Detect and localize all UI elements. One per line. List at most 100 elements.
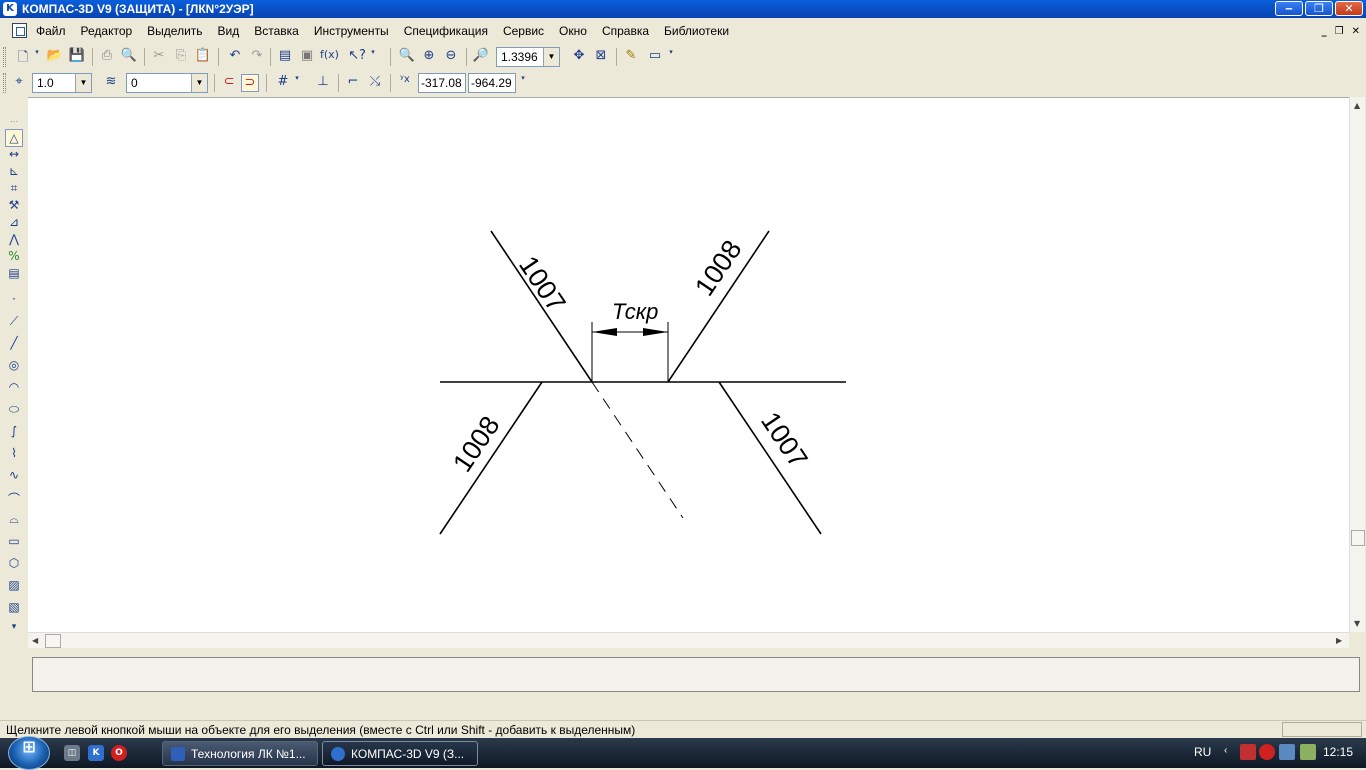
polyline-tool-icon[interactable]: ⌇ [5,446,23,464]
undo-icon[interactable]: ↶ [226,48,244,66]
menu-view[interactable]: Вид [218,24,240,38]
snap-magnet-icon[interactable]: ⊂ [220,74,238,92]
designations-panel-icon[interactable]: ⊾ [5,164,23,182]
variables-fx-icon[interactable]: f(x) [320,48,339,66]
restore-button[interactable]: ❐ [1305,1,1333,16]
new-document-icon[interactable]: 🗋 [14,48,32,66]
fill-tool-icon[interactable]: ▧ [5,600,23,618]
toolbar-grip[interactable]: ⋯ [5,118,23,126]
print-preview-icon[interactable]: 🔍 [120,48,138,66]
chevron-down-icon[interactable]: ▼ [543,48,559,66]
layer-icon[interactable]: ≋ [102,74,120,92]
close-button[interactable]: ✕ [1335,1,1363,16]
circle-tool-icon[interactable]: ◎ [5,358,23,376]
minimize-button[interactable]: ‒ [1275,1,1303,16]
ortho-mode-icon[interactable]: ⌐ [344,74,362,92]
menu-editor[interactable]: Редактор [81,24,133,38]
copy-icon[interactable]: ⎘ [172,48,190,66]
fillet-tool-icon[interactable]: ⌒ [5,490,23,508]
auxiliary-line-tool-icon[interactable]: ⟋ [5,314,23,332]
redo-icon[interactable]: ↷ [248,48,266,66]
cut-icon[interactable]: ✂ [150,48,168,66]
segment-tool-icon[interactable]: ╱ [5,336,23,354]
chevron-down-icon[interactable]: ▼ [75,74,91,92]
menu-service[interactable]: Сервис [503,24,544,38]
taskbar-item-word[interactable]: Технология ЛК №1... [162,741,318,766]
antivirus-tray-icon[interactable] [1240,744,1256,760]
chevron-down-icon[interactable]: ▼ [191,74,207,92]
display-dropdown-icon[interactable]: ▾ [666,48,676,66]
clock[interactable]: 12:15 [1323,745,1353,759]
paste-icon[interactable]: 📋 [194,48,212,66]
zoom-in-icon[interactable]: ⊕ [420,48,438,66]
menu-insert[interactable]: Вставка [254,24,299,38]
grid-icon[interactable]: # [274,74,292,92]
parametrization-panel-icon[interactable]: ⚒ [5,198,23,216]
line-step-combo[interactable]: 1.0 ▼ [32,73,92,93]
layer-combo[interactable]: 0 ▼ [126,73,208,93]
context-help-icon[interactable]: ↖? [348,48,366,66]
scroll-down-icon[interactable]: ▾ [5,622,23,632]
local-cs-icon[interactable]: ⊥ [314,74,332,92]
editing-panel-icon[interactable]: ⌗ [5,181,23,199]
arc-tool-icon[interactable]: ◠ [5,380,23,398]
scroll-left-icon[interactable]: ◀ [32,636,38,645]
menu-help[interactable]: Справка [602,24,649,38]
menu-specification[interactable]: Спецификация [404,24,488,38]
network-tray-icon[interactable] [1279,744,1295,760]
doc-minimize-icon[interactable]: _ [1322,26,1327,37]
menu-file[interactable]: Файл [36,24,66,38]
horizontal-scroll-thumb[interactable] [45,634,61,648]
help-dropdown-icon[interactable]: ▾ [368,48,378,66]
language-indicator[interactable]: RU [1194,745,1211,759]
rectangle-tool-icon[interactable]: ▭ [5,534,23,552]
kompas-app-icon[interactable]: K [3,2,17,16]
print-icon[interactable]: ⎙ [98,48,116,66]
show-all-icon[interactable]: ⊠ [592,48,610,66]
vertical-scrollbar[interactable]: ▲ ▼ [1349,97,1365,632]
toolbar-grip[interactable] [3,73,6,93]
coordinate-x-field[interactable]: -317.08 [418,73,466,93]
zoom-out-icon[interactable]: ⊖ [442,48,460,66]
menu-libraries[interactable]: Библиотеки [664,24,729,38]
scroll-right-icon[interactable]: ▶ [1336,636,1342,645]
hatch-tool-icon[interactable]: ▨ [5,578,23,596]
horizontal-scrollbar[interactable]: ◀ ▶ [28,632,1349,648]
parametric-mode-icon[interactable]: ⤯ [366,74,384,92]
opera-icon[interactable]: O [111,745,127,761]
toolbar-grip[interactable] [3,47,6,67]
cursor-step-icon[interactable]: ⌖ [10,74,28,92]
measure-panel-icon[interactable]: ⊿ [5,215,23,233]
layers-manager-icon[interactable]: ▣ [298,48,316,66]
reports-panel-icon[interactable]: ▤ [5,266,23,284]
display-settings-icon[interactable]: ▭ [646,48,664,66]
menu-window[interactable]: Окно [559,24,587,38]
zoom-scale-icon[interactable]: 🔎 [472,48,490,66]
show-desktop-icon[interactable]: ◫ [64,745,80,761]
selection-panel-icon[interactable]: ⋀ [5,232,23,250]
tray-expand-icon[interactable]: ‹ [1224,745,1227,756]
coordinate-y-field[interactable]: -964.29 [468,73,516,93]
coordinates-dropdown-icon[interactable]: ▾ [518,74,528,92]
zoom-window-icon[interactable]: 🔍 [398,48,416,66]
pan-icon[interactable]: ✥ [570,48,588,66]
spline-tool-icon[interactable]: ∿ [5,468,23,486]
doc-close-icon[interactable]: ✕ [1352,26,1360,37]
zoom-combo[interactable]: 1.3396 ▼ [496,47,560,67]
open-folder-icon[interactable]: 📂 [46,48,64,66]
document-manager-icon[interactable]: ▤ [276,48,294,66]
save-icon[interactable]: 💾 [68,48,86,66]
dimensions-panel-icon[interactable]: ↔ [5,147,23,165]
menu-select[interactable]: Выделить [147,24,202,38]
drawing-canvas[interactable]: Тскр 1007 1008 1008 1007 [28,97,1349,632]
specification-panel-icon[interactable]: % [5,249,23,267]
vertical-scroll-thumb[interactable] [1351,530,1365,546]
geometry-panel-icon[interactable]: △ [5,129,23,147]
kompas-quicklaunch-icon[interactable]: K [88,745,104,761]
ellipse-tool-icon[interactable]: ⬭ [5,402,23,420]
chamfer-tool-icon[interactable]: ⌓ [5,512,23,530]
polygon-tool-icon[interactable]: ⬡ [5,556,23,574]
doc-restore-icon[interactable]: ❐ [1335,26,1344,37]
flash-tray-icon[interactable] [1259,744,1275,760]
refresh-drawing-icon[interactable]: ✎ [622,48,640,66]
